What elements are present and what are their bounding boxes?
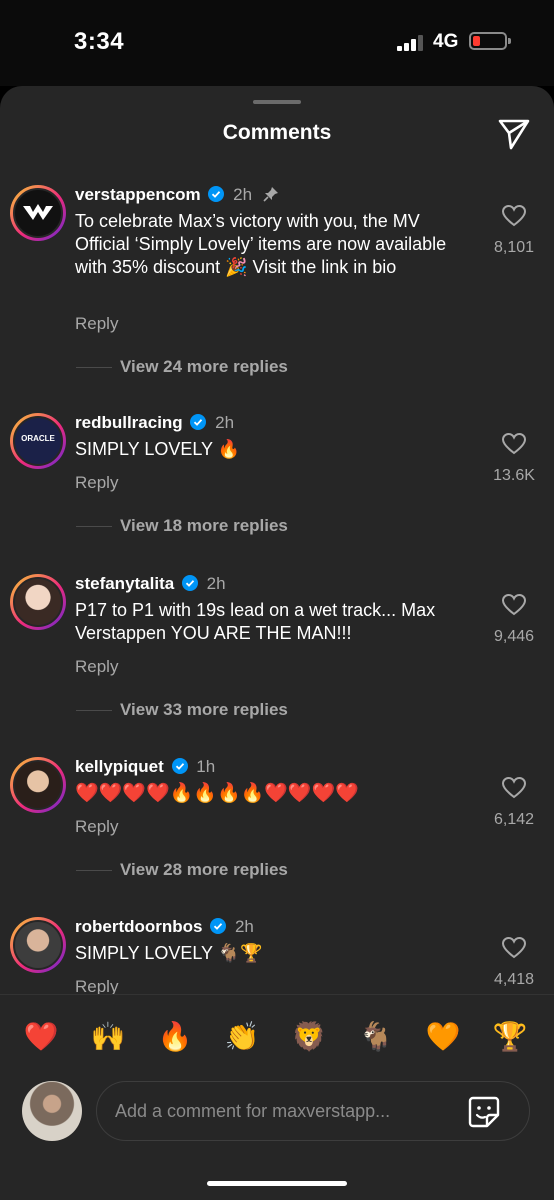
avatar-logo-text: ORACLE (21, 434, 55, 443)
username[interactable]: verstappencom (75, 185, 201, 204)
comment-header: robertdoornbos 2h (75, 917, 254, 937)
status-bar: 3:34 4G (0, 0, 554, 86)
like-count: 13.6K (493, 467, 535, 484)
like-count: 9,446 (493, 628, 535, 645)
verified-badge-icon (181, 575, 198, 591)
emoji-raised-hands[interactable]: 🙌 (86, 1017, 130, 1057)
heart-outline-icon[interactable] (502, 205, 526, 227)
avatar[interactable] (10, 757, 66, 813)
verified-badge-icon (210, 918, 227, 934)
battery-icon (469, 32, 511, 50)
reply-button[interactable]: Reply (75, 657, 118, 677)
comment-text: SIMPLY LOVELY 🔥 (75, 439, 241, 459)
current-user-avatar (22, 1081, 82, 1141)
comment-text: ❤️❤️❤️❤️🔥🔥🔥🔥❤️❤️❤️❤️ (75, 783, 359, 804)
heart-outline-icon[interactable] (502, 777, 526, 799)
network-type: 4G (433, 31, 459, 52)
avatar[interactable] (10, 574, 66, 630)
verified-badge-icon (190, 414, 207, 430)
emoji-trophy[interactable]: 🏆 (488, 1017, 532, 1057)
composer-area: ❤️ 🙌 🔥 👏 🦁 🐐 🧡 🏆 (0, 994, 554, 1200)
comment-time: 1h (196, 757, 216, 776)
comment-text: To celebrate Max’s victory with you, the… (75, 211, 447, 277)
comment-header: redbullracing 2h (75, 413, 234, 433)
sheet-title: Comments (222, 121, 332, 144)
reply-button[interactable]: Reply (75, 473, 118, 493)
view-replies-button[interactable]: View 28 more replies (76, 860, 288, 880)
emoji-orange-heart[interactable]: 🧡 (421, 1017, 465, 1057)
comment-text: P17 to P1 with 19s lead on a wet track..… (75, 600, 436, 643)
avatar[interactable] (10, 185, 66, 241)
like-count: 4,418 (493, 971, 535, 988)
mv-logo-icon (23, 204, 53, 220)
verified-badge-icon (208, 186, 225, 202)
reply-button[interactable]: Reply (75, 817, 118, 837)
avatar[interactable] (10, 917, 66, 973)
comment-input-box[interactable] (96, 1081, 530, 1141)
emoji-clap[interactable]: 👏 (220, 1017, 264, 1057)
emoji-goat[interactable]: 🐐 (354, 1017, 398, 1057)
view-replies-button[interactable]: View 18 more replies (76, 516, 288, 536)
view-replies-button[interactable]: View 33 more replies (76, 700, 288, 720)
comment-header: verstappencom 2h (75, 185, 279, 205)
status-time: 3:34 (74, 28, 125, 55)
drag-handle[interactable] (253, 100, 301, 104)
view-replies-button[interactable]: View 24 more replies (76, 357, 288, 377)
comment-time: 2h (233, 185, 253, 204)
emoji-heart[interactable]: ❤️ (19, 1017, 63, 1057)
heart-outline-icon[interactable] (502, 433, 526, 455)
emoji-fire[interactable]: 🔥 (153, 1017, 197, 1057)
username[interactable]: redbullracing (75, 413, 183, 432)
username[interactable]: robertdoornbos (75, 917, 203, 936)
username[interactable]: stefanytalita (75, 574, 174, 593)
comment-text: SIMPLY LOVELY 🐐🏆 (75, 943, 263, 963)
paper-plane-icon[interactable] (496, 117, 532, 151)
emoji-lion[interactable]: 🦁 (287, 1017, 331, 1057)
comment-time: 2h (234, 917, 254, 936)
comment-header: kellypiquet 1h (75, 757, 215, 777)
reply-button[interactable]: Reply (75, 314, 118, 334)
comment-input[interactable] (115, 1082, 465, 1140)
avatar[interactable]: ORACLE (10, 413, 66, 469)
verified-badge-icon (171, 758, 188, 774)
comment-time: 2h (215, 413, 235, 432)
heart-outline-icon[interactable] (502, 594, 526, 616)
like-count: 8,101 (493, 239, 535, 256)
pin-icon (263, 187, 278, 202)
comment-header: stefanytalita 2h (75, 574, 226, 594)
heart-outline-icon[interactable] (502, 937, 526, 959)
username[interactable]: kellypiquet (75, 757, 164, 776)
sticker-icon[interactable] (467, 1095, 501, 1129)
comment-time: 2h (206, 574, 226, 593)
signal-icon (397, 35, 425, 51)
home-indicator (207, 1181, 347, 1186)
emoji-quick-bar: ❤️ 🙌 🔥 👏 🦁 🐐 🧡 🏆 (0, 1017, 554, 1057)
like-count: 6,142 (493, 811, 535, 828)
